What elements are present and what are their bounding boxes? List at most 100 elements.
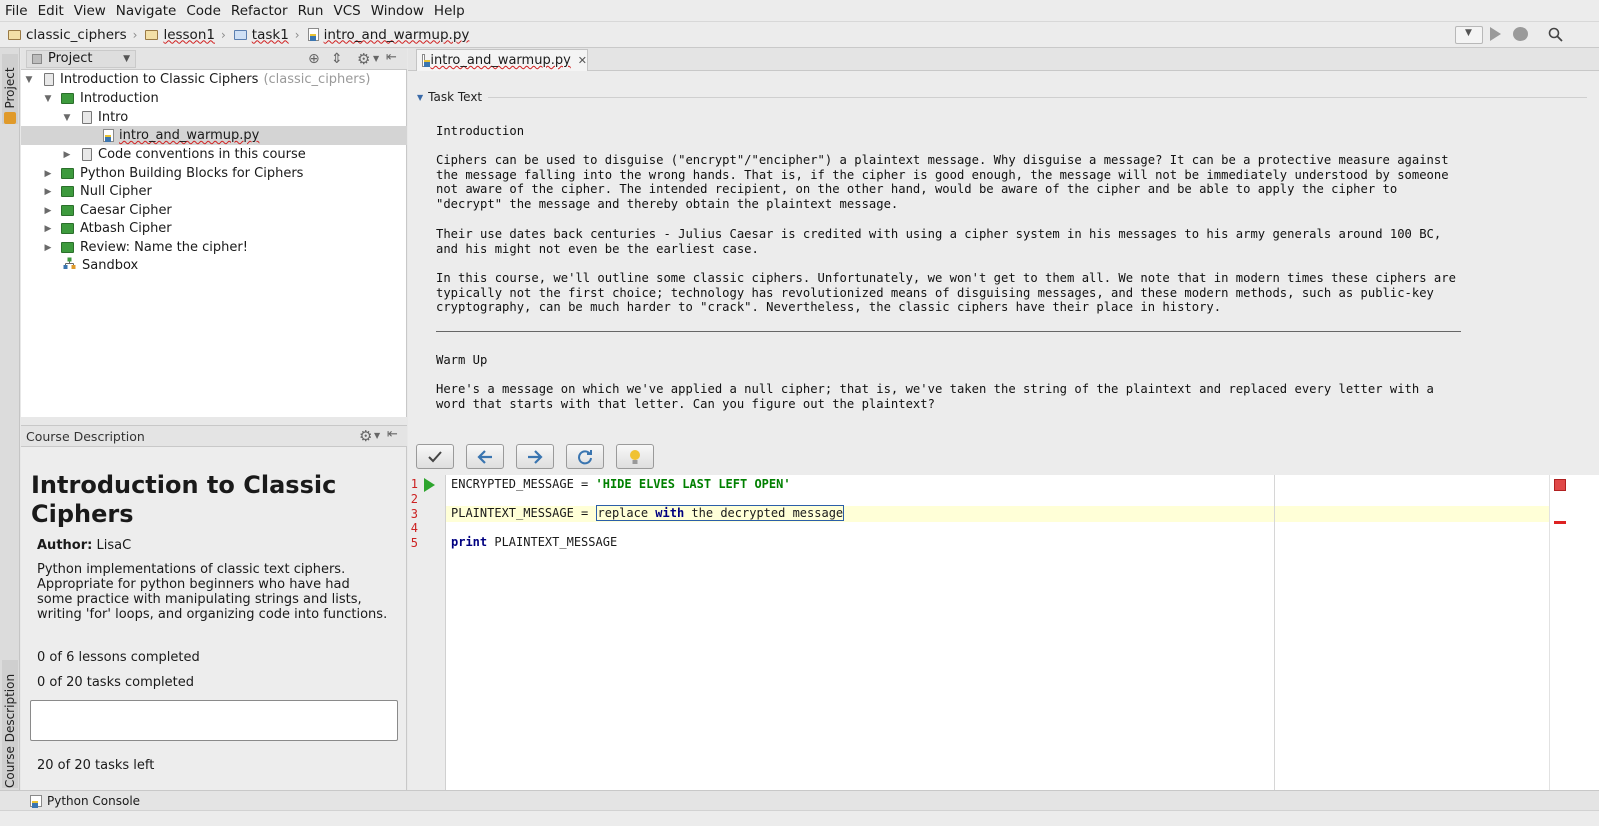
sandbox-icon bbox=[63, 257, 76, 274]
left-tool-strip: 1: Project Course Description bbox=[0, 48, 20, 790]
menu-navigate[interactable]: Navigate bbox=[111, 3, 182, 19]
python-file-icon bbox=[103, 129, 114, 142]
breadcrumb-file[interactable]: intro_and_warmup.py bbox=[307, 27, 469, 43]
breadcrumb-project[interactable]: classic_ciphers › bbox=[8, 27, 141, 43]
expand-down-icon[interactable]: ▼ bbox=[43, 94, 53, 104]
lightbulb-icon bbox=[630, 449, 640, 464]
tree-item-sandbox[interactable]: Sandbox bbox=[21, 256, 407, 275]
expand-down-icon[interactable]: ▼ bbox=[62, 113, 72, 123]
course-description-tool-tab[interactable]: Course Description bbox=[2, 660, 18, 788]
run-icon[interactable] bbox=[1490, 27, 1501, 41]
tree-item-null-cipher[interactable]: ▶ Null Cipher bbox=[21, 182, 407, 201]
lessons-completed: 0 of 6 lessons completed bbox=[37, 650, 200, 665]
python-console-tab[interactable]: Python Console bbox=[30, 794, 140, 808]
lesson-icon bbox=[61, 186, 74, 197]
tree-item-introduction[interactable]: ▼ Introduction bbox=[21, 89, 407, 108]
menu-vcs[interactable]: VCS bbox=[328, 3, 365, 19]
collapse-down-icon[interactable]: ▼ bbox=[417, 93, 423, 102]
course-description-panel: Introduction to Classic Ciphers Author: … bbox=[21, 447, 407, 790]
course-description-header: Course Description ⚙ ▼ ⇤ bbox=[21, 425, 407, 447]
hide-panel-icon[interactable]: ⇤ bbox=[387, 427, 398, 442]
expand-right-icon[interactable]: ▶ bbox=[43, 187, 53, 197]
expand-right-icon[interactable]: ▶ bbox=[43, 224, 53, 234]
menu-window[interactable]: Window bbox=[366, 3, 429, 19]
search-icon[interactable] bbox=[1548, 27, 1563, 42]
hint-button[interactable] bbox=[616, 444, 654, 469]
code-editor[interactable] bbox=[408, 475, 1599, 790]
chevron-down-icon[interactable]: ▼ bbox=[374, 431, 380, 440]
debug-icon[interactable] bbox=[1513, 27, 1528, 41]
tree-item-caesar-cipher[interactable]: ▶ Caesar Cipher bbox=[21, 201, 407, 220]
folder-icon bbox=[145, 29, 159, 40]
breadcrumb: classic_ciphers › lesson1 › task1 › intro_a… bbox=[0, 22, 1599, 48]
editor-tab-bar: intro_and_warmup.py ✕ bbox=[408, 48, 1599, 71]
error-stripe-marker[interactable] bbox=[1554, 521, 1566, 524]
tab-intro-and-warmup[interactable]: intro_and_warmup.py ✕ bbox=[416, 49, 588, 71]
expand-right-icon[interactable]: ▶ bbox=[43, 206, 53, 216]
task-text-section[interactable]: ▼ Task Text bbox=[417, 90, 1587, 104]
menu-edit[interactable]: Edit bbox=[33, 3, 69, 19]
breadcrumb-lesson[interactable]: lesson1 › bbox=[145, 27, 229, 43]
course-icon bbox=[44, 73, 54, 86]
task-icon bbox=[82, 148, 92, 161]
refresh-icon bbox=[578, 449, 592, 464]
error-status-icon[interactable] bbox=[1554, 479, 1566, 491]
menu-help[interactable]: Help bbox=[429, 3, 470, 19]
panel-splitter[interactable] bbox=[21, 417, 407, 425]
chevron-down-icon[interactable]: ▼ bbox=[373, 54, 379, 63]
tree-item-course[interactable]: ▼ Introduction to Classic Ciphers (class… bbox=[21, 70, 407, 89]
lesson-icon bbox=[61, 93, 74, 104]
scrollbar-track[interactable] bbox=[1549, 475, 1550, 790]
folder-icon bbox=[8, 29, 21, 40]
course-icon[interactable] bbox=[4, 112, 16, 124]
check-task-button[interactable] bbox=[416, 444, 454, 469]
horizontal-rule bbox=[436, 331, 1461, 332]
code-line-1: ENCRYPTED_MESSAGE = 'HIDE ELVES LAST LEF… bbox=[451, 477, 791, 491]
python-file-icon bbox=[422, 54, 432, 67]
project-view-selector[interactable]: Project ▼ bbox=[26, 49, 136, 68]
menu-bar: File Edit View Navigate Code Refactor Ru… bbox=[0, 0, 1599, 22]
answer-placeholder[interactable]: replace with the decrypted message bbox=[595, 505, 845, 521]
chevron-down-icon: ▼ bbox=[1465, 28, 1472, 38]
tree-item-code-conventions[interactable]: ▶ Code conventions in this course bbox=[21, 145, 407, 164]
locate-icon[interactable]: ⊕ bbox=[308, 51, 320, 67]
expand-right-icon[interactable]: ▶ bbox=[43, 243, 53, 253]
menu-file[interactable]: File bbox=[0, 3, 33, 19]
task-icon bbox=[82, 111, 92, 124]
run-line-icon[interactable] bbox=[424, 478, 435, 492]
previous-task-button[interactable] bbox=[466, 444, 504, 469]
tree-item-intro[interactable]: ▼ Intro bbox=[21, 108, 407, 127]
refresh-task-button[interactable] bbox=[566, 444, 604, 469]
menu-run[interactable]: Run bbox=[293, 3, 329, 19]
gear-icon[interactable]: ⚙ bbox=[359, 427, 372, 445]
folder-icon bbox=[233, 29, 247, 40]
checkmark-icon bbox=[428, 450, 442, 462]
chevron-right-icon: › bbox=[294, 27, 300, 42]
hide-panel-icon[interactable]: ⇤ bbox=[386, 50, 397, 65]
line-number: 3 bbox=[410, 507, 418, 521]
collapse-all-icon[interactable]: ⇕ bbox=[331, 51, 343, 67]
lesson-icon bbox=[61, 168, 74, 179]
gear-icon[interactable]: ⚙ bbox=[357, 50, 370, 68]
expand-right-icon[interactable]: ▶ bbox=[43, 169, 53, 179]
breadcrumb-task[interactable]: task1 › bbox=[233, 27, 304, 43]
tree-item-python-building-blocks[interactable]: ▶ Python Building Blocks for Ciphers bbox=[21, 164, 407, 183]
expand-right-icon[interactable]: ▶ bbox=[62, 150, 72, 160]
tree-item-review[interactable]: ▶ Review: Name the cipher! bbox=[21, 238, 407, 257]
close-icon[interactable]: ✕ bbox=[578, 54, 587, 67]
menu-refactor[interactable]: Refactor bbox=[226, 3, 293, 19]
run-config-dropdown[interactable]: ▼ bbox=[1455, 26, 1483, 44]
next-task-button[interactable] bbox=[516, 444, 554, 469]
expand-down-icon[interactable]: ▼ bbox=[24, 75, 34, 85]
menu-view[interactable]: View bbox=[69, 3, 111, 19]
tree-item-intro-and-warmup[interactable]: intro_and_warmup.py bbox=[21, 126, 407, 145]
arrow-right-icon bbox=[528, 449, 543, 464]
editor-gutter: 1 2 3 4 5 bbox=[408, 475, 446, 790]
menu-code[interactable]: Code bbox=[181, 3, 226, 19]
project-tree: ▼ Introduction to Classic Ciphers (class… bbox=[21, 70, 407, 417]
chevron-down-icon: ▼ bbox=[123, 53, 130, 64]
progress-bar bbox=[30, 700, 398, 741]
divider bbox=[488, 96, 1587, 98]
tree-item-atbash-cipher[interactable]: ▶ Atbash Cipher bbox=[21, 219, 407, 238]
task-heading-introduction: Introduction bbox=[436, 124, 525, 138]
